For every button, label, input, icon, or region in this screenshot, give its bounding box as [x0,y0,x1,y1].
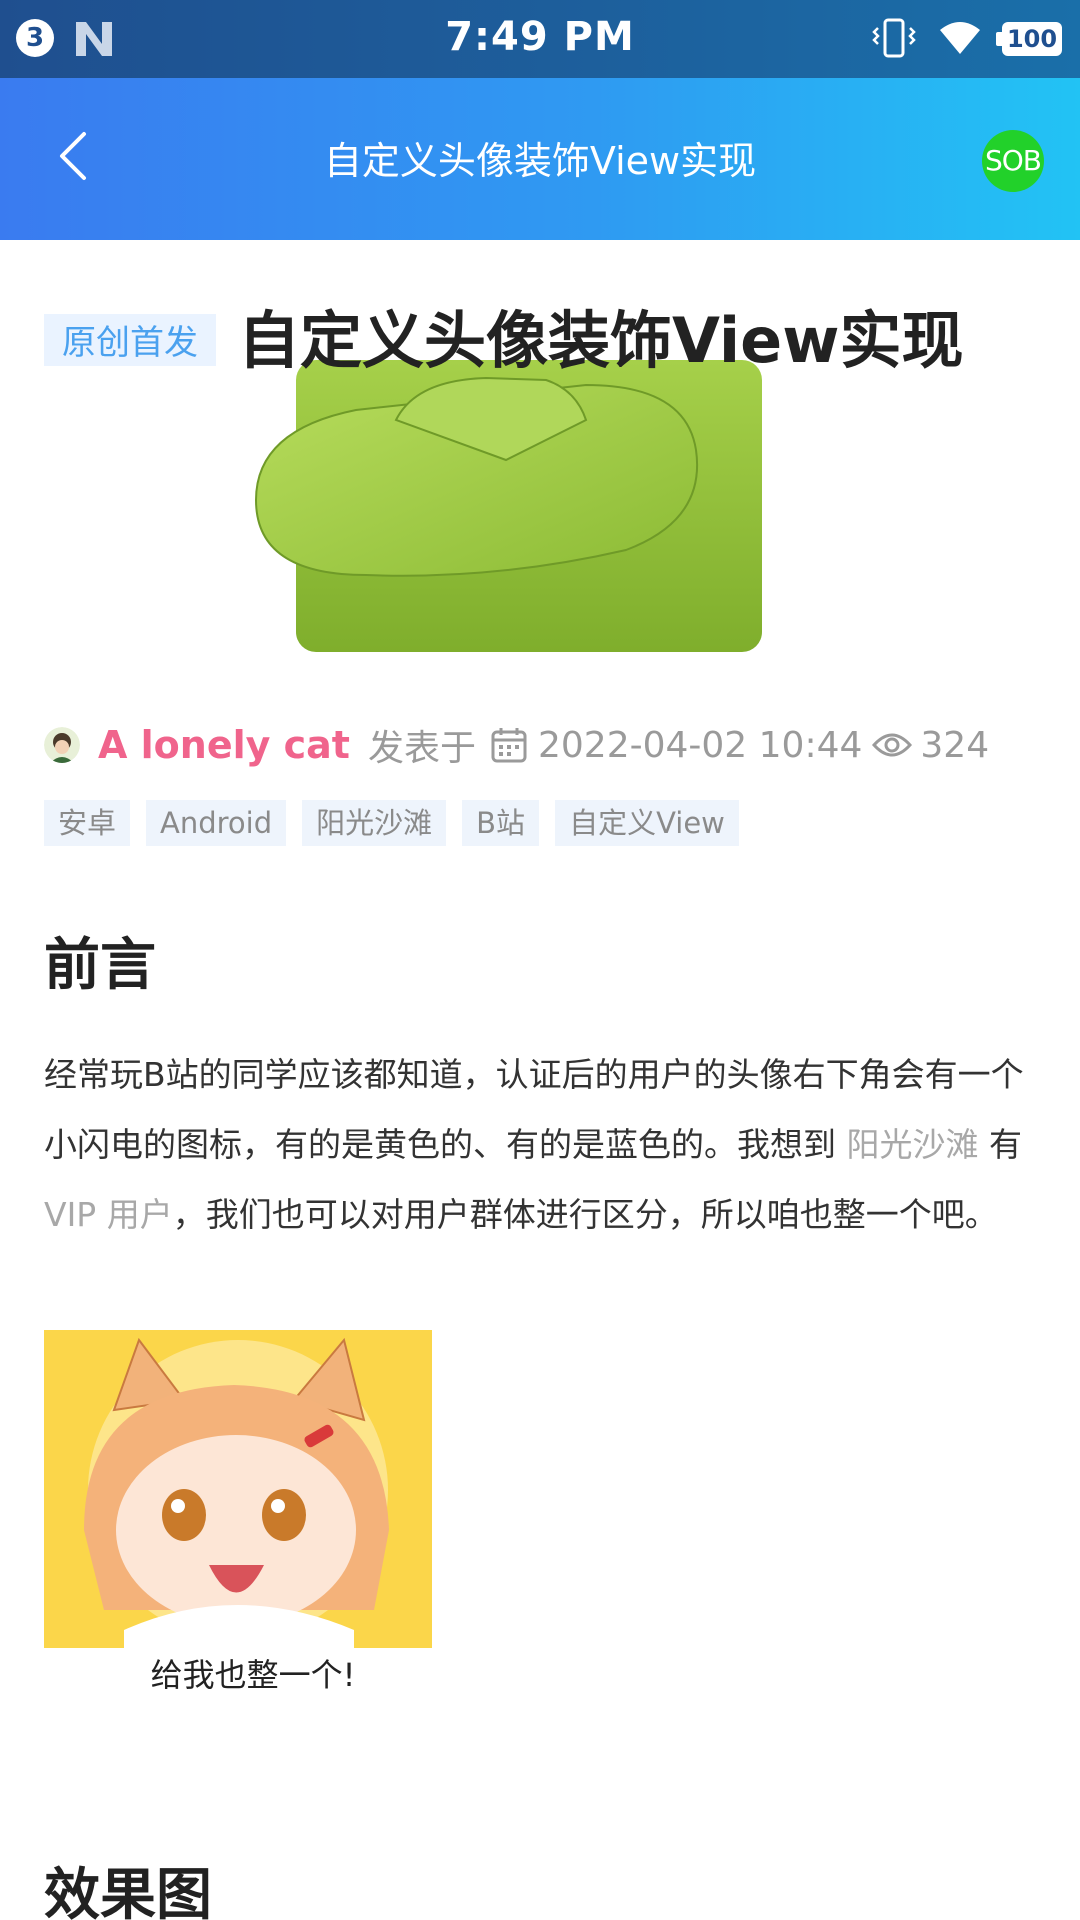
tag-list: 安卓 Android 阳光沙滩 B站 自定义View [44,800,755,846]
image-caption: 给我也整一个! [150,1656,356,1694]
article-title: 自定义头像装饰View实现 [238,304,964,377]
tag-item[interactable]: 自定义View [555,800,739,846]
clock: 7:49 PM [445,14,635,60]
vibrate-icon [872,18,916,58]
calendar-icon [491,728,527,763]
author-name[interactable]: A lonely cat [98,723,350,767]
meme-image [44,1330,432,1648]
article-content: 原创首发 自定义头像装饰View实现 A lonely cat 发表于 2022… [0,240,1080,1920]
paragraph-text: 有 [978,1125,1022,1164]
publish-date: 2022-04-02 10:44 [537,724,863,766]
published-label: 发表于 [367,728,476,769]
user-avatar-button[interactable]: SOB [982,130,1044,192]
link-yangguang[interactable]: 阳光沙滩 [847,1125,979,1164]
tag-item[interactable]: B站 [462,800,540,846]
paragraph-text: ，我们也可以对用户群体进行区分，所以咱也整一个吧。 [172,1195,998,1234]
cover-image [246,360,762,652]
back-button[interactable] [44,124,104,188]
link-vip[interactable]: VIP 用户 [44,1195,173,1234]
app-bar: 自定义头像装饰View实现 SOB [0,78,1080,240]
view-count: 324 [920,724,990,766]
author-avatar[interactable] [44,727,80,763]
status-bar: 3 7:49 PM 100 [0,0,1080,78]
views-eye-icon [872,733,913,757]
section-heading: 效果图 [44,1863,212,1920]
tag-item[interactable]: 安卓 [44,800,131,846]
wifi-icon [940,22,980,54]
battery-icon: 100 [996,22,1062,56]
article-paragraph: 经常玩B站的同学应该都知道，认证后的用户的头像右下角会有一个小闪电的图标，有的是… [44,1040,1034,1250]
section-heading: 前言 [44,933,156,998]
app-bar-title: 自定义头像装饰View实现 [323,139,757,183]
tag-item[interactable]: 阳光沙滩 [302,800,447,846]
original-badge: 原创首发 [44,314,216,366]
tag-item[interactable]: Android [146,800,287,846]
article-meta: A lonely cat 发表于 2022-04-02 10:44 324 [44,720,1044,770]
